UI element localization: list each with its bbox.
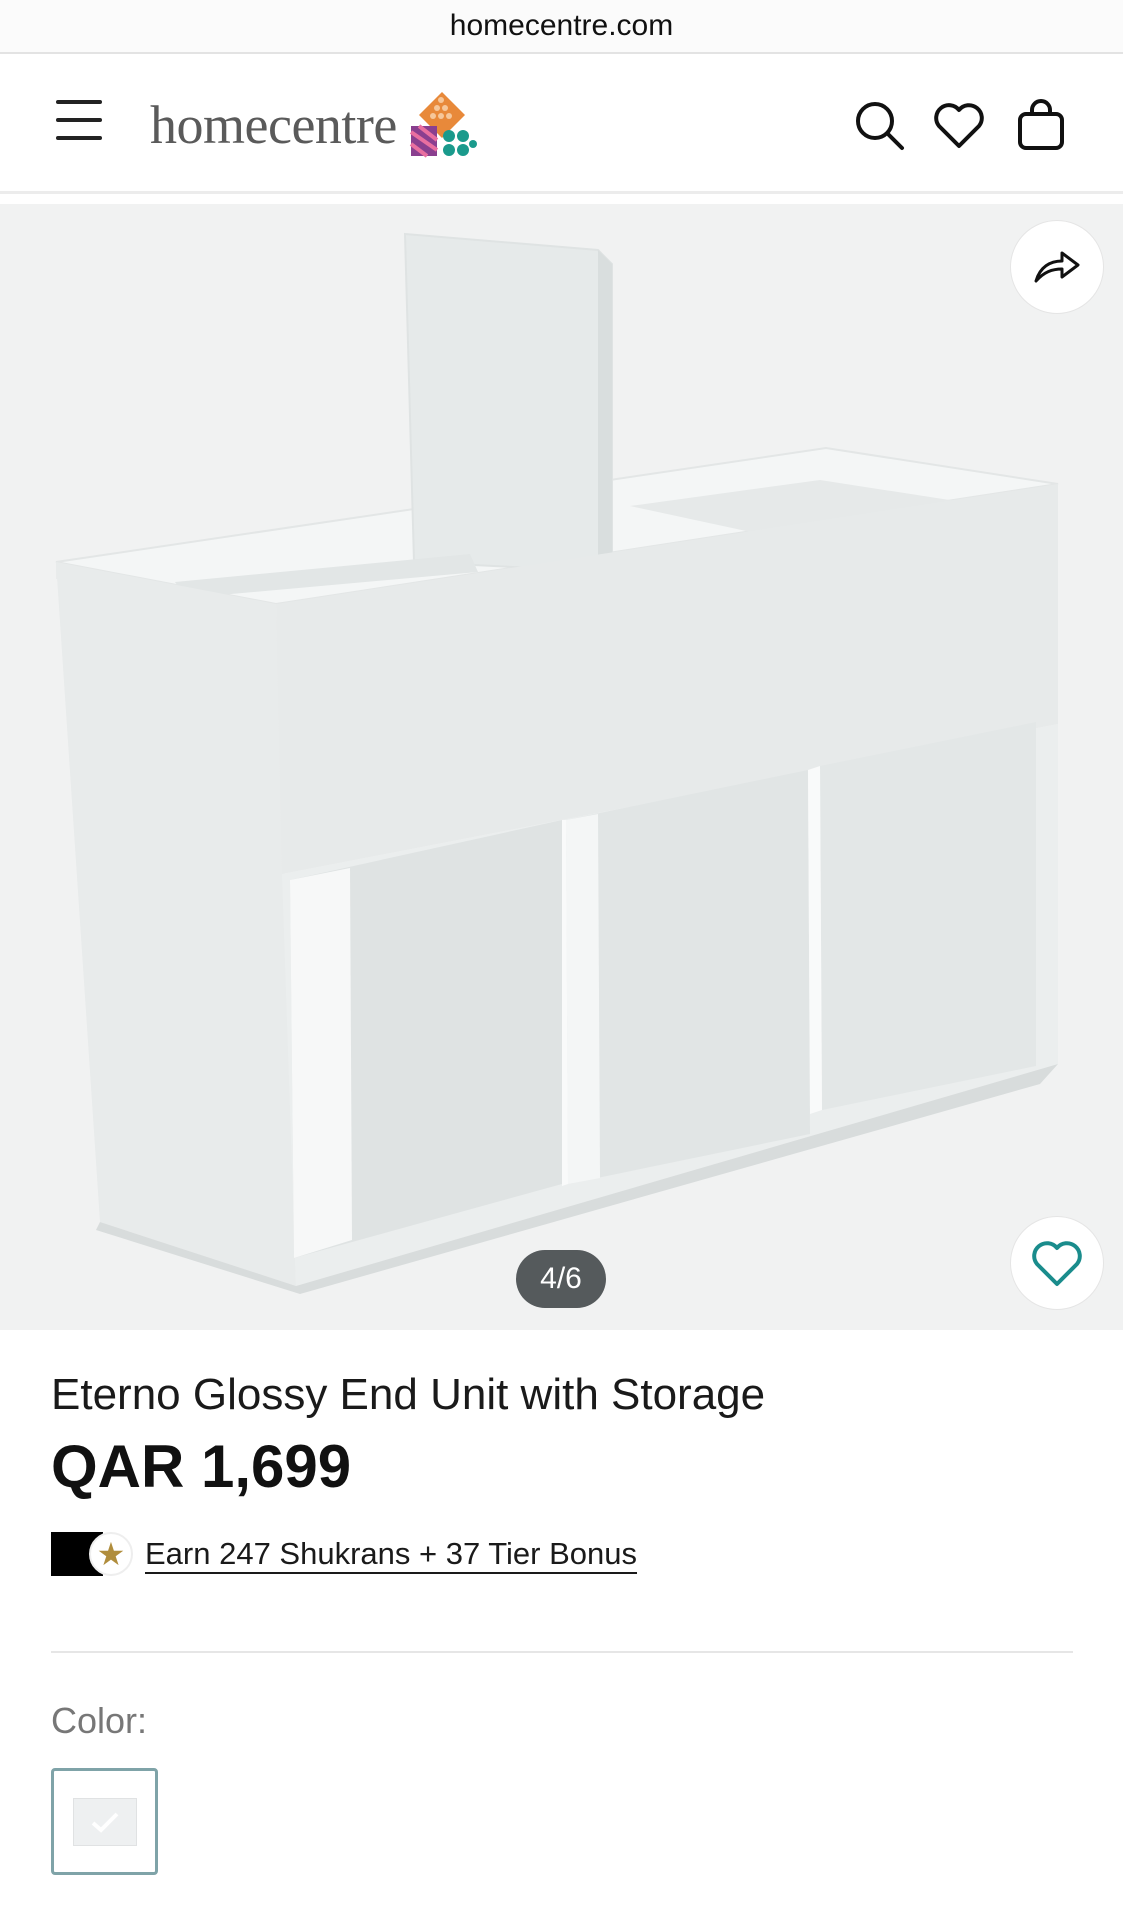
search-icon[interactable] <box>852 98 906 152</box>
homecentre-logo[interactable]: homecentre <box>150 80 477 170</box>
product-price: QAR 1,699 <box>51 1433 352 1500</box>
site-header: homecentre <box>0 54 1123 194</box>
color-label: Color: <box>51 1700 148 1741</box>
image-counter-text: 4/6 <box>540 1262 582 1295</box>
check-icon <box>91 1812 118 1833</box>
swatch-thumbnail <box>72 1797 137 1846</box>
image-counter: 4/6 <box>516 1250 606 1308</box>
menu-icon-bar <box>56 136 102 140</box>
star-icon: ★ <box>89 1532 133 1576</box>
url-text: homecentre.com <box>449 9 674 42</box>
section-divider <box>51 1651 1073 1653</box>
url-bar[interactable]: homecentre.com <box>0 0 1123 54</box>
shukran-logo-icon: ★ <box>51 1530 137 1578</box>
color-swatch-selected[interactable] <box>51 1768 158 1875</box>
menu-icon-bar <box>56 118 102 122</box>
logo-mark-icon <box>409 92 477 158</box>
menu-icon-bar <box>56 100 102 104</box>
wishlist-button[interactable] <box>1010 1216 1104 1310</box>
product-image-gallery[interactable]: 4/6 <box>0 204 1123 1330</box>
share-button[interactable] <box>1010 220 1104 314</box>
product-title: Eterno Glossy End Unit with Storage <box>51 1370 766 1419</box>
heart-icon <box>1032 1241 1082 1286</box>
shukran-link[interactable]: Earn 247 Shukrans + 37 Tier Bonus <box>145 1536 637 1572</box>
logo-text: homecentre <box>150 95 397 155</box>
shukran-rewards[interactable]: ★ Earn 247 Shukrans + 37 Tier Bonus <box>51 1530 637 1578</box>
product-image <box>55 232 1059 1294</box>
share-icon <box>1034 251 1080 283</box>
menu-button[interactable] <box>56 100 106 146</box>
heart-icon[interactable] <box>932 98 986 152</box>
bag-icon[interactable] <box>1014 98 1068 152</box>
